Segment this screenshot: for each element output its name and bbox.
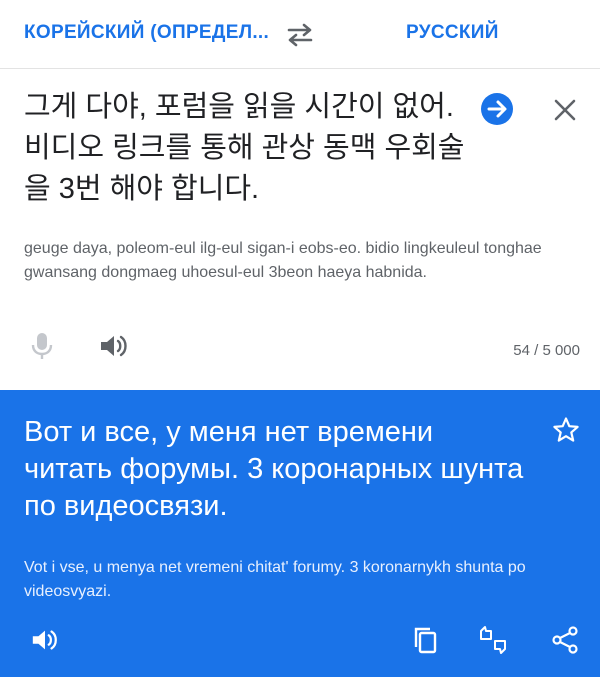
share-button[interactable] [550, 625, 580, 655]
rate-translation-button[interactable] [478, 625, 508, 655]
swap-languages-button[interactable] [283, 22, 317, 48]
target-language-button[interactable]: РУССКИЙ [406, 22, 499, 44]
character-counter: 54 / 5 000 [513, 342, 580, 359]
clear-text-button[interactable] [552, 97, 578, 123]
feedback-icon [480, 626, 506, 654]
source-panel: 그게 다야, 포럼을 읽을 시간이 없어. 비디오 링크를 통해 관상 동맥 우… [0, 69, 600, 390]
listen-translation-button[interactable] [30, 625, 60, 655]
copy-icon [414, 627, 437, 654]
speaker-icon [32, 630, 57, 650]
source-input-text[interactable]: 그게 다야, 포럼을 읽을 시간이 없어. 비디오 링크를 통해 관상 동맥 우… [24, 87, 474, 210]
translation-text: Вот и все, у меня нет времени читать фор… [24, 416, 524, 522]
share-icon [552, 626, 578, 654]
translate-go-button[interactable] [480, 92, 514, 126]
swap-icon [287, 23, 313, 47]
save-translation-button[interactable] [552, 416, 580, 444]
arrow-right-icon [481, 93, 513, 125]
mic-icon [31, 333, 53, 359]
copy-button[interactable] [411, 625, 441, 655]
source-language-button[interactable]: КОРЕЙСКИЙ (ОПРЕДЕЛ... [24, 22, 269, 44]
translation-transliteration: Vot i vse, u menya net vremeni chitat' f… [24, 559, 526, 600]
voice-input-button[interactable] [30, 331, 54, 361]
listen-source-button[interactable] [98, 332, 130, 360]
speaker-icon [101, 335, 127, 357]
star-icon [553, 417, 579, 442]
close-icon [554, 99, 576, 121]
language-bar: КОРЕЙСКИЙ (ОПРЕДЕЛ... РУССКИЙ [0, 0, 600, 69]
result-panel: Вот и все, у меня нет времени читать фор… [0, 390, 600, 677]
source-transliteration: geuge daya, poleom-eul ilg-eul sigan-i e… [24, 240, 542, 281]
